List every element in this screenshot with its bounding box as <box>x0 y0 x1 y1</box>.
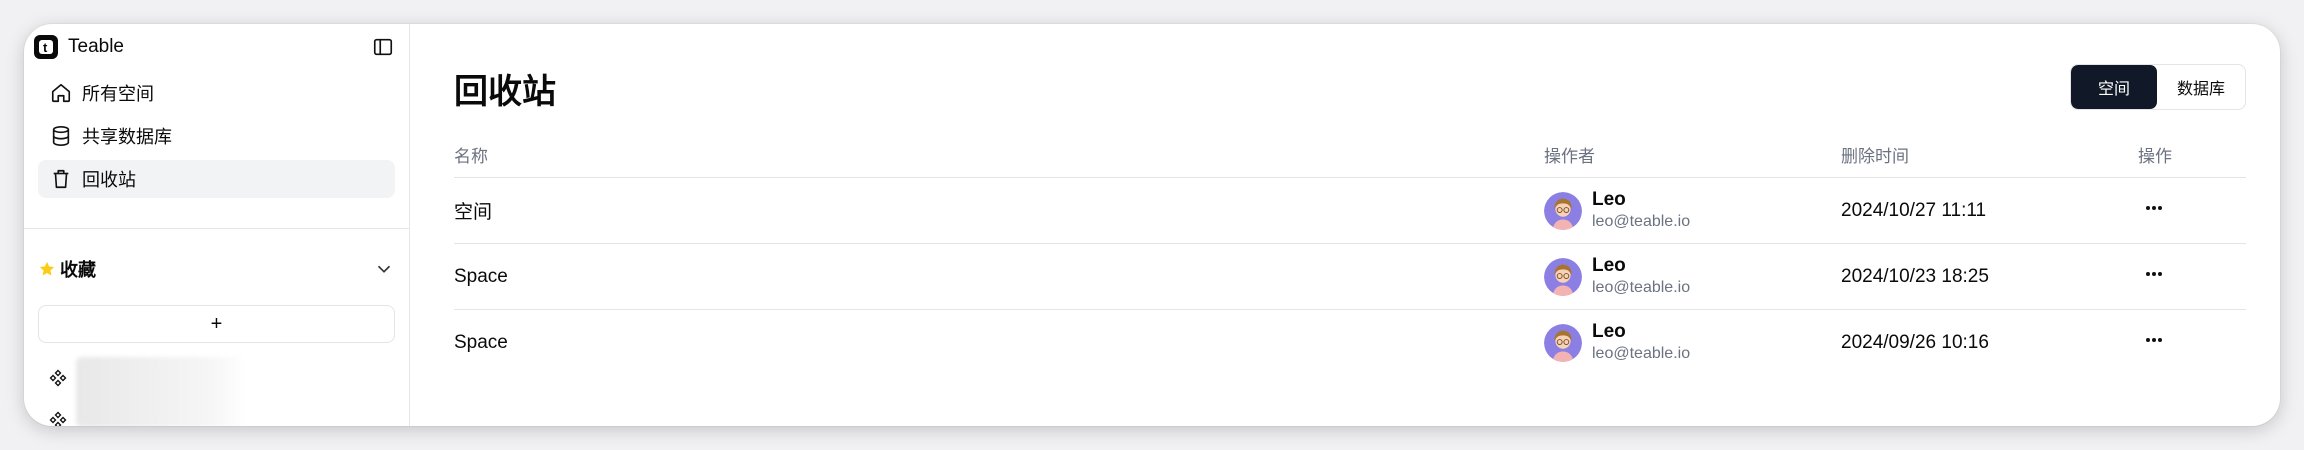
avatar <box>1544 191 1582 230</box>
deleted-time: 2024/10/23 18:25 <box>1841 265 1989 287</box>
app-window: t Teable 所有空间 共享数据库 回收站 收藏 + 回收站 空间 数据库 … <box>24 24 2280 426</box>
actions-cell <box>2138 198 2246 224</box>
brand[interactable]: t Teable <box>24 24 409 70</box>
operator-cell: Leo leo@teable.io <box>1544 255 1841 299</box>
chevron-down-icon[interactable] <box>373 258 395 280</box>
item-name: 空间 <box>454 202 493 223</box>
deleted-time: 2024/10/27 11:11 <box>1841 199 1987 221</box>
tab-base[interactable]: 数据库 <box>2157 65 2245 109</box>
avatar <box>1544 257 1582 296</box>
operator-name: Leo <box>1592 188 1626 210</box>
sidebar: t Teable 所有空间 共享数据库 回收站 收藏 + <box>24 24 410 426</box>
component-icon <box>49 369 67 387</box>
operator-name: Leo <box>1592 321 1626 342</box>
sidebar-nav: 所有空间 共享数据库 回收站 <box>24 70 409 198</box>
trash-table: 名称 操作者 删除时间 操作 空间 Leo leo@teable.io 2024… <box>454 142 2246 376</box>
add-favorite-button[interactable]: + <box>38 305 395 343</box>
sidebar-item-all-spaces[interactable]: 所有空间 <box>38 74 395 112</box>
page-title: 回收站 <box>454 73 556 111</box>
blurred-favorite-names <box>76 357 246 426</box>
operator-name: Leo <box>1592 254 1626 276</box>
table-header: 名称 操作者 删除时间 操作 <box>454 142 2246 178</box>
table-row: 空间 Leo leo@teable.io 2024/10/27 11:11 <box>454 178 2246 244</box>
sidebar-item-label: 回收站 <box>82 170 136 190</box>
sidebar-item-trash[interactable]: 回收站 <box>38 160 395 198</box>
sidebar-collapse-icon[interactable] <box>372 36 394 58</box>
sidebar-item-label: 所有空间 <box>82 84 154 104</box>
operator-email: leo@teable.io <box>1592 212 1691 230</box>
actions-cell <box>2138 264 2246 290</box>
favorites-list <box>24 357 409 426</box>
more-actions-icon[interactable] <box>2140 198 2168 218</box>
operator-email: leo@teable.io <box>1592 278 1691 296</box>
home-icon <box>51 83 71 103</box>
deleted-time: 2024/09/26 10:16 <box>1841 332 1989 353</box>
sidebar-item-shared-bases[interactable]: 共享数据库 <box>38 117 395 155</box>
teable-logo-icon: t <box>34 35 58 59</box>
actions-cell <box>2138 330 2246 356</box>
operator-cell: Leo leo@teable.io <box>1544 189 1841 233</box>
favorites-header[interactable]: 收藏 <box>24 247 409 291</box>
sidebar-item-label: 共享数据库 <box>82 127 172 147</box>
operator-cell: Leo leo@teable.io <box>1544 321 1841 365</box>
item-name: Space <box>454 265 508 287</box>
more-actions-icon[interactable] <box>2140 330 2168 350</box>
table-row: Space Leo leo@teable.io 2024 <box>454 310 2246 376</box>
item-name: Space <box>454 332 508 353</box>
database-icon <box>52 126 70 146</box>
sidebar-divider <box>24 228 409 229</box>
trash-icon <box>53 169 69 189</box>
column-header-operator: 操作者 <box>1544 147 1595 166</box>
component-icon <box>49 411 67 426</box>
trash-type-toggle: 空间 数据库 <box>2070 64 2246 110</box>
column-header-deleted-time: 删除时间 <box>1841 147 1909 166</box>
table-row: Space Leo leo@teable.io 2024 <box>454 244 2246 310</box>
tab-space[interactable]: 空间 <box>2071 65 2157 109</box>
main-content: 回收站 空间 数据库 名称 操作者 删除时间 操作 空间 Leo leo@tea… <box>410 24 2280 426</box>
more-actions-icon[interactable] <box>2140 264 2168 284</box>
app-name: Teable <box>68 36 124 57</box>
favorites-label: 收藏 <box>60 260 96 280</box>
column-header-actions: 操作 <box>2138 147 2172 166</box>
avatar <box>1544 324 1582 362</box>
operator-email: leo@teable.io <box>1592 345 1691 362</box>
column-header-name: 名称 <box>454 147 488 166</box>
star-icon <box>39 261 55 276</box>
